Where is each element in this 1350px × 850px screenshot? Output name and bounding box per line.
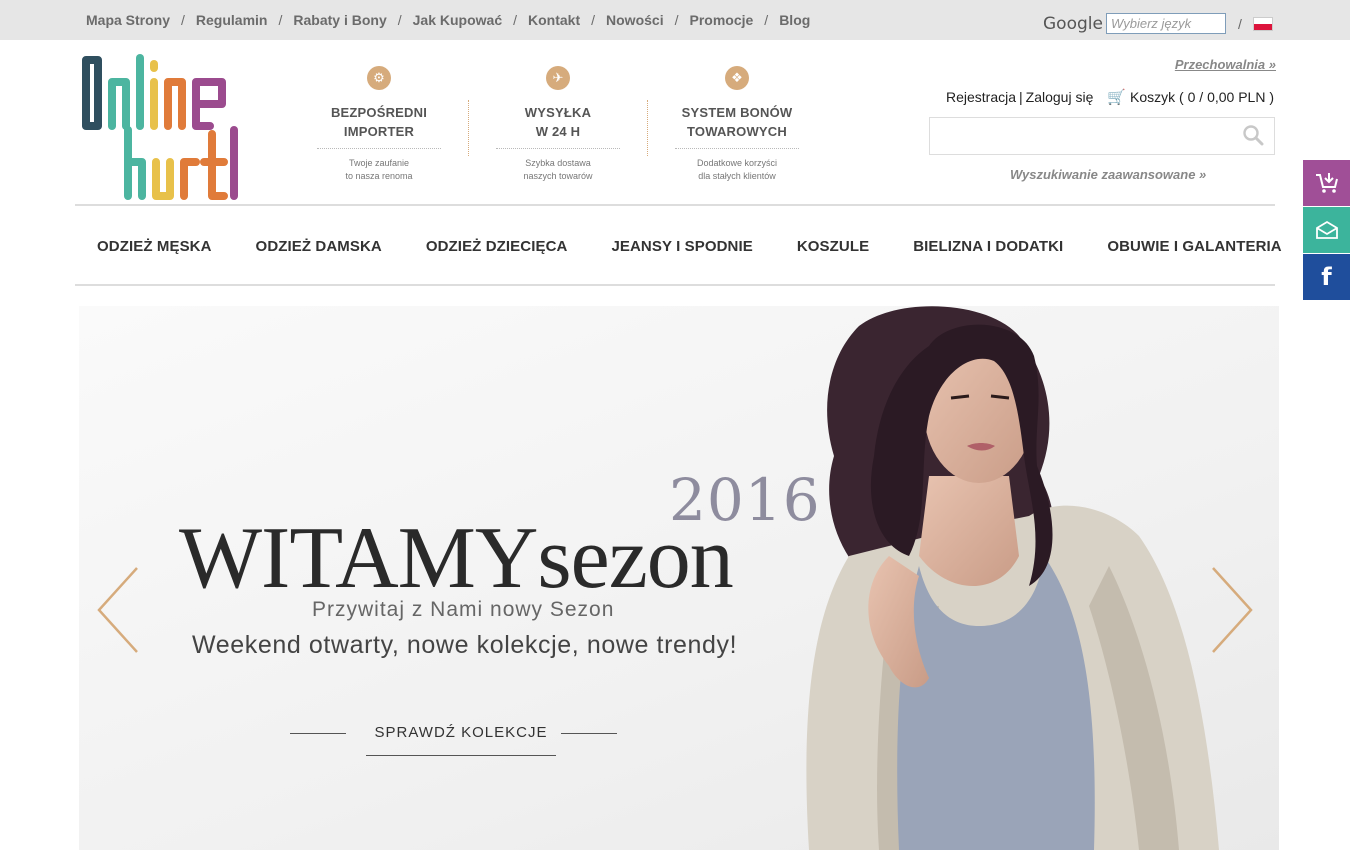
hero-title: WITAMYsezon	[179, 510, 734, 607]
cart-link[interactable]: Koszyk ( 0 / 0,00 PLN )	[1130, 89, 1274, 105]
nav-item-bielizna-i-dodatki[interactable]: BIELIZNA I DODATKI	[913, 238, 1063, 255]
nav-item-obuwie-i-galanteria[interactable]: OBUWIE I GALANTERIA	[1107, 238, 1281, 255]
link-mapa-strony[interactable]: Mapa Strony	[86, 12, 170, 28]
separator: /	[1237, 15, 1242, 32]
tag-icon: ❖	[725, 66, 749, 90]
search-icon[interactable]	[1242, 124, 1264, 146]
feature-vouchers: ❖ SYSTEM BONÓW TOWAROWYCH Dodatkowe korz…	[662, 66, 812, 183]
nav-item-odziez-dziecieca[interactable]: ODZIEŻ DZIECIĘCA	[426, 238, 568, 255]
cart-plus-icon	[1315, 173, 1338, 193]
feature-desc: Dodatkowe korzyści dla stałych klientów	[696, 158, 778, 181]
google-translate: Google Wybierz język /	[1043, 13, 1273, 34]
register-link[interactable]: Rejestracja	[946, 89, 1016, 105]
login-link[interactable]: Zaloguj się	[1026, 89, 1094, 105]
feature-importer: ⚙ BEZPOŚREDNI IMPORTER Twoje zaufanie to…	[304, 66, 454, 183]
chevron-right-icon[interactable]	[1207, 564, 1257, 656]
poland-flag-icon[interactable]	[1252, 16, 1273, 31]
link-regulamin[interactable]: Regulamin	[196, 12, 268, 28]
truck-icon: ✈	[546, 66, 570, 90]
feature-desc: Twoje zaufanie to nasza renoma	[345, 158, 413, 181]
online-hurt-logo[interactable]	[72, 52, 252, 202]
separator: /	[674, 12, 679, 28]
divider	[496, 148, 620, 149]
divider	[75, 204, 1275, 206]
separator: /	[591, 12, 596, 28]
feature-title: WYSYŁKA W 24 H	[524, 105, 592, 139]
language-select[interactable]: Wybierz język	[1105, 13, 1226, 34]
account-bar: Rejestracja | Zaloguj się 🛒 Koszyk ( 0 /…	[946, 88, 1274, 106]
link-rabaty-i-bony[interactable]: Rabaty i Bony	[293, 12, 386, 28]
storage-link[interactable]: Przechowalnia »	[1175, 57, 1276, 72]
nav-item-koszule[interactable]: KOSZULE	[797, 238, 869, 255]
facebook-icon: f	[1321, 263, 1332, 291]
link-kontakt[interactable]: Kontakt	[528, 12, 580, 28]
link-promocje[interactable]: Promocje	[689, 12, 753, 28]
separator: /	[397, 12, 402, 28]
hero-subtitle: Przywitaj z Nami nowy Sezon	[312, 598, 615, 621]
model-photo	[806, 306, 1219, 850]
hero-banner[interactable]: 2016 WITAMYsezon Przywitaj z Nami nowy S…	[79, 306, 1279, 850]
feature-title: SYSTEM BONÓW TOWAROWYCH	[681, 105, 793, 139]
divider	[75, 284, 1275, 286]
search-input[interactable]	[929, 117, 1275, 155]
check-collections-button[interactable]: SPRAWDŹ KOLEKCJE	[366, 718, 556, 756]
link-nowosci[interactable]: Nowości	[606, 12, 664, 28]
nav-item-jeansy-i-spodnie[interactable]: JEANSY I SPODNIE	[611, 238, 752, 255]
divider	[675, 148, 799, 149]
chevron-left-icon[interactable]	[93, 564, 143, 656]
divider	[290, 733, 346, 734]
side-newsletter-button[interactable]	[1303, 207, 1350, 253]
feature-shipping: ✈ WYSYŁKA W 24 H Szybka dostawa naszych …	[483, 66, 633, 183]
google-logo: Google	[1043, 13, 1103, 34]
link-blog[interactable]: Blog	[779, 12, 810, 28]
top-bar: Mapa Strony / Regulamin / Rabaty i Bony …	[0, 0, 1350, 40]
main-nav: ODZIEŻ MĘSKA ODZIEŻ DAMSKA ODZIEŻ DZIECI…	[75, 238, 1282, 255]
nav-item-odziez-damska[interactable]: ODZIEŻ DAMSKA	[256, 238, 382, 255]
divider	[468, 100, 469, 156]
separator: /	[513, 12, 517, 28]
separator: /	[181, 12, 185, 28]
nav-item-odziez-meska[interactable]: ODZIEŻ MĘSKA	[97, 238, 212, 255]
separator: /	[764, 12, 769, 28]
feature-desc: Szybka dostawa naszych towarów	[523, 158, 593, 181]
handshake-icon: ⚙	[367, 66, 391, 90]
divider	[317, 148, 441, 149]
link-jak-kupowac[interactable]: Jak Kupować	[413, 12, 502, 28]
side-facebook-button[interactable]: f	[1303, 254, 1350, 300]
divider	[647, 100, 648, 156]
hero-tagline: Weekend otwarty, nowe kolekcje, nowe tre…	[192, 631, 738, 659]
advanced-search-link[interactable]: Wyszukiwanie zaawansowane »	[1010, 167, 1206, 182]
separator: |	[1019, 89, 1023, 105]
separator: /	[278, 12, 283, 28]
side-cart-button[interactable]	[1303, 160, 1350, 206]
top-links: Mapa Strony / Regulamin / Rabaty i Bony …	[86, 12, 810, 28]
mail-icon	[1315, 220, 1338, 239]
feature-title: BEZPOŚREDNI IMPORTER	[330, 105, 428, 139]
divider	[561, 733, 617, 734]
cart-icon[interactable]: 🛒	[1107, 88, 1126, 106]
